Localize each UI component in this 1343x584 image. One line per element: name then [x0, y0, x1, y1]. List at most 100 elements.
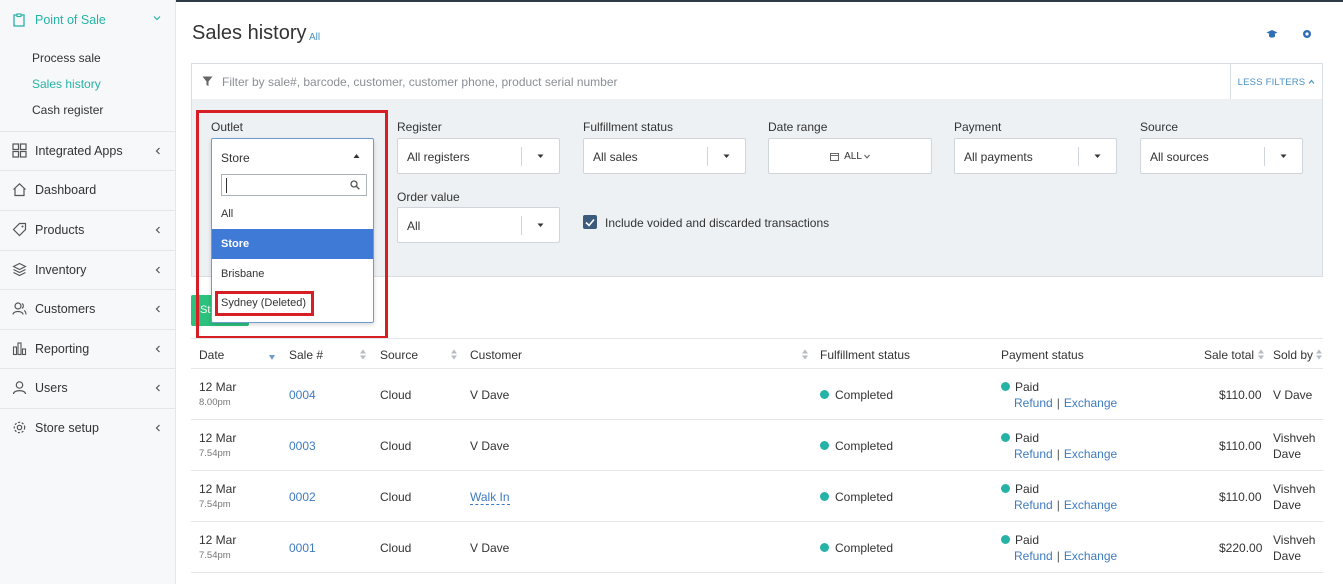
cell-date: 12 Mar	[199, 533, 237, 547]
status-dot	[1001, 382, 1010, 391]
settings-gear-icon[interactable]	[1301, 28, 1313, 40]
col-customer[interactable]: Customer	[470, 348, 522, 362]
cell-sold-by-line2: Dave	[1273, 498, 1302, 512]
exchange-link[interactable]: Exchange	[1064, 396, 1117, 410]
cell-customer-link[interactable]: Walk In	[470, 490, 510, 505]
page-subtitle: All	[309, 32, 321, 43]
caret-down-icon	[723, 154, 730, 158]
user-icon	[12, 381, 27, 395]
col-source[interactable]: Source	[380, 348, 418, 362]
register-value: All registers	[407, 150, 470, 164]
include-voided-checkbox[interactable]	[583, 215, 597, 229]
refund-link[interactable]: Refund	[1014, 447, 1053, 461]
source-select[interactable]: All sources	[1140, 138, 1303, 174]
register-label: Register	[397, 120, 442, 134]
sidebar-item-cash-register[interactable]: Cash register	[32, 103, 103, 117]
sidebar-item-users[interactable]: Users	[0, 368, 176, 406]
date-range-select[interactable]: ALL	[768, 138, 932, 174]
sort-icon[interactable]	[802, 349, 808, 360]
table-row[interactable]: 12 Mar 8.00pm 0004 Cloud V Dave Complete…	[191, 369, 1323, 420]
search-input[interactable]	[222, 72, 1202, 92]
sidebar-item-sales-history[interactable]: Sales history	[32, 77, 101, 91]
sidebar-item-inventory[interactable]: Inventory	[0, 250, 176, 288]
exchange-link[interactable]: Exchange	[1064, 549, 1117, 563]
cell-fulfillment: Completed	[835, 541, 894, 555]
col-fulfillment-status[interactable]: Fulfillment status	[820, 348, 910, 362]
exchange-link[interactable]: Exchange	[1064, 447, 1117, 461]
cell-sale-number[interactable]: 0001	[289, 541, 316, 555]
sidebar-item-dashboard[interactable]: Dashboard	[0, 170, 176, 208]
sidebar-item-products[interactable]: Products	[0, 210, 176, 248]
col-sale-total[interactable]: Sale total	[1204, 348, 1254, 362]
sidebar-item-customers[interactable]: Customers	[0, 289, 176, 327]
cell-sale-number[interactable]: 0002	[289, 490, 316, 504]
separator: |	[1056, 447, 1060, 461]
cell-sold-by: V Dave	[1273, 388, 1313, 402]
less-filters-button[interactable]: LESS FILTERS	[1230, 64, 1322, 100]
sidebar-item-store-setup[interactable]: Store setup	[0, 408, 176, 446]
date-range-value: ALL	[844, 150, 862, 162]
col-sold-by[interactable]: Sold by	[1273, 348, 1313, 362]
cell-sale-number[interactable]: 0003	[289, 439, 316, 453]
exchange-link[interactable]: Exchange	[1064, 498, 1117, 512]
sort-icon[interactable]	[360, 349, 366, 360]
payment-label: Payment	[954, 120, 1002, 134]
tag-icon	[12, 222, 27, 237]
cell-sold-by: Vishveh	[1273, 431, 1316, 445]
chevron-up-icon	[1308, 79, 1315, 84]
col-sale-number[interactable]: Sale #	[289, 348, 323, 362]
sidebar-section-point-of-sale[interactable]: Point of Sale	[0, 0, 176, 40]
payment-select[interactable]: All payments	[954, 138, 1117, 174]
sort-icon[interactable]	[1316, 349, 1322, 360]
cell-customer: V Dave	[470, 541, 510, 555]
filter-icon	[202, 76, 213, 86]
cell-sale-number[interactable]: 0004	[289, 388, 316, 402]
grid-icon	[12, 143, 27, 158]
caret-down-icon	[1280, 154, 1287, 158]
cell-sold-by: Vishveh	[1273, 482, 1316, 496]
cell-payment: Paid	[1015, 533, 1040, 547]
separator: |	[1056, 549, 1060, 563]
cell-date: 12 Mar	[199, 380, 237, 394]
cell-payment: Paid	[1015, 431, 1040, 445]
include-voided-label: Include voided and discarded transaction…	[605, 216, 830, 230]
fulfillment-select[interactable]: All sales	[583, 138, 746, 174]
separator: |	[1056, 396, 1060, 410]
sidebar-item-integrated-apps[interactable]: Integrated Apps	[0, 131, 176, 169]
table-row[interactable]: 12 Mar 7.54pm 0003 Cloud V Dave Complete…	[191, 420, 1323, 471]
payment-actions: Refund | Exchange	[1014, 498, 1117, 512]
cell-total: $110.00	[1219, 439, 1262, 453]
page-title: Sales history	[192, 22, 307, 44]
chevron-left-icon	[155, 147, 160, 154]
sort-icon[interactable]	[451, 349, 457, 360]
select-divider	[1078, 147, 1079, 166]
col-payment-status[interactable]: Payment status	[1001, 348, 1084, 362]
cell-payment: Paid	[1015, 380, 1040, 394]
table-row[interactable]: 12 Mar 7.54pm 0001 Cloud V Dave Complete…	[191, 522, 1323, 573]
layers-icon	[12, 262, 27, 277]
sort-icon[interactable]	[1258, 349, 1264, 360]
top-border	[0, 0, 1343, 2]
refund-link[interactable]: Refund	[1014, 396, 1053, 410]
refund-link[interactable]: Refund	[1014, 498, 1053, 512]
chevron-left-icon	[155, 384, 160, 391]
cell-time: 7.54pm	[199, 448, 231, 459]
cell-sold-by-line2: Dave	[1273, 549, 1302, 563]
cell-time: 7.54pm	[199, 550, 231, 561]
refund-link[interactable]: Refund	[1014, 549, 1053, 563]
sidebar-item-reporting[interactable]: Reporting	[0, 329, 176, 367]
status-dot	[820, 441, 829, 450]
chevron-down-icon	[864, 154, 870, 159]
cell-fulfillment: Completed	[835, 490, 894, 504]
sidebar-item-label: Users	[35, 380, 68, 395]
cell-source: Cloud	[380, 388, 412, 402]
table-row[interactable]: 12 Mar 7.54pm 0002 Cloud Walk In Complet…	[191, 471, 1323, 522]
chevron-left-icon	[155, 305, 160, 312]
order-value-select[interactable]: All	[397, 207, 560, 243]
graduation-cap-icon[interactable]	[1266, 28, 1278, 40]
payment-actions: Refund | Exchange	[1014, 549, 1117, 563]
col-date[interactable]: Date	[199, 348, 224, 362]
register-select[interactable]: All registers	[397, 138, 560, 174]
sidebar-item-process-sale[interactable]: Process sale	[32, 51, 101, 65]
sort-desc-icon[interactable]	[269, 352, 275, 363]
